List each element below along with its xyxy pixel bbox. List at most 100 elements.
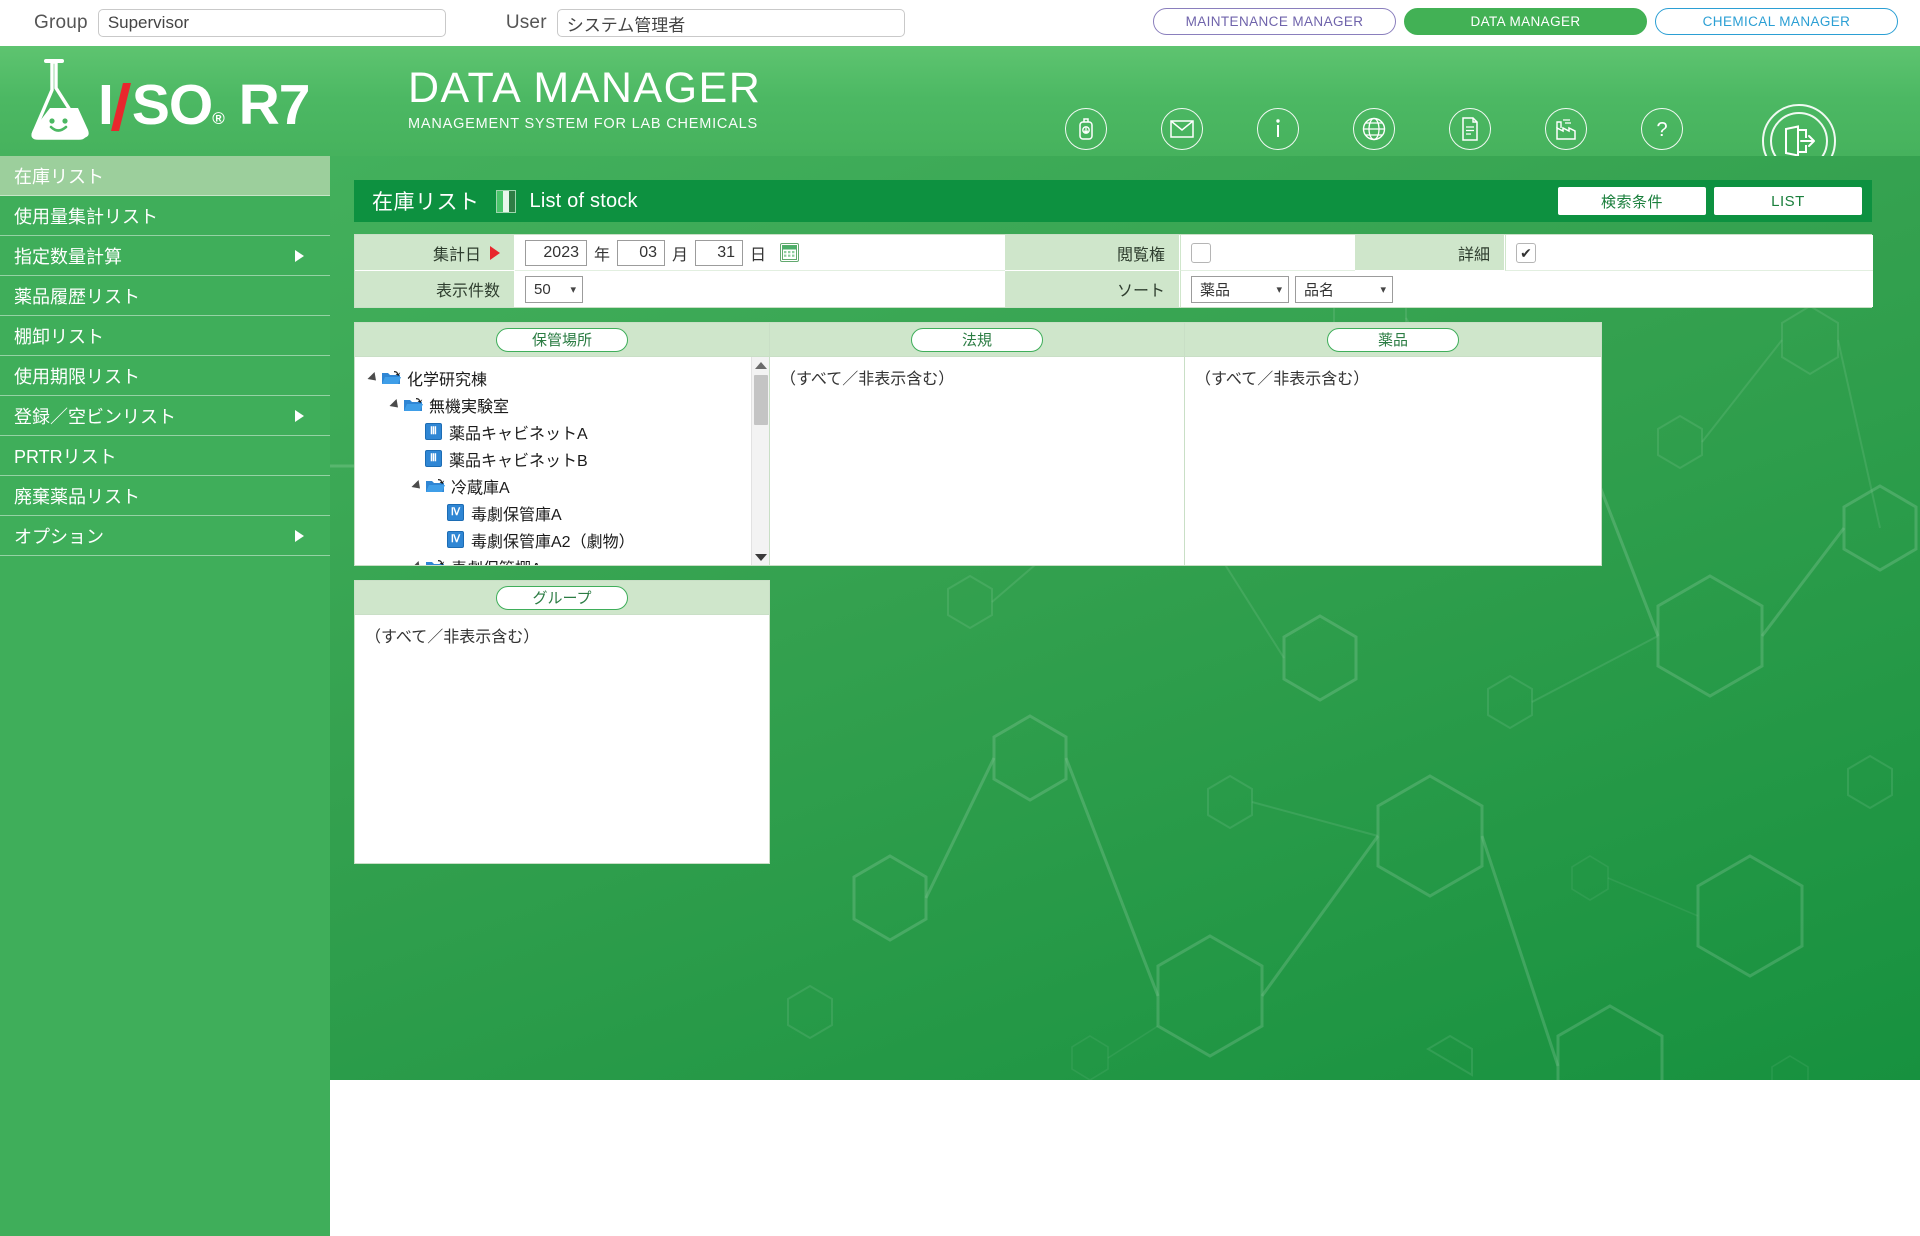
tree-expand-caret-icon[interactable] bbox=[409, 560, 425, 565]
main-area: 在庫リスト List of stock 検索条件 LIST 集計日 2023 年… bbox=[330, 156, 1920, 1080]
page-bar-title-en: List of stock bbox=[529, 189, 638, 212]
view-right-checkbox[interactable] bbox=[1191, 242, 1211, 263]
law-selected-value[interactable]: （すべて／非表示含む） bbox=[770, 357, 1184, 389]
sidebar-item-4[interactable]: 棚卸リスト bbox=[0, 316, 330, 356]
display-count-label-cell: 表示件数 bbox=[355, 271, 515, 307]
header-icon-ghs[interactable]: GHS bbox=[1343, 108, 1405, 156]
chevron-down-icon: ▾ bbox=[1276, 283, 1282, 296]
tree-node[interactable]: 化学研究棟 bbox=[359, 364, 769, 391]
user-input[interactable]: システム管理者 bbox=[556, 9, 905, 37]
data-manager-button[interactable]: DATA MANAGER bbox=[1404, 8, 1647, 35]
tree-node[interactable]: 毒劇保管棚A bbox=[359, 553, 769, 565]
sidebar-item-9[interactable]: オプション bbox=[0, 516, 330, 556]
sidebar-item-6[interactable]: 登録／空ビンリスト bbox=[0, 396, 330, 436]
tree-node[interactable]: 冷蔵庫A bbox=[359, 472, 769, 499]
law-column-header: 法規 bbox=[770, 323, 1184, 357]
sidebar-item-2[interactable]: 指定数量計算 bbox=[0, 236, 330, 276]
location-column-header: 保管場所 bbox=[355, 323, 769, 357]
group-input[interactable]: Supervisor bbox=[97, 9, 446, 37]
group-header-pill[interactable]: グループ bbox=[496, 585, 628, 610]
day-input[interactable]: 31 bbox=[695, 239, 744, 266]
sort-primary-value: 薬品 bbox=[1200, 281, 1231, 299]
display-count-select[interactable]: 50 ▾ bbox=[525, 275, 583, 303]
header-icon-prtr[interactable]: PRTR bbox=[1535, 108, 1597, 156]
header-icon-help[interactable]: ? HELP bbox=[1631, 108, 1693, 156]
sidebar-item-3[interactable]: 薬品履歴リスト bbox=[0, 276, 330, 316]
tree-node-label: 毒劇保管庫A2（劇物） bbox=[471, 533, 635, 551]
display-count-label: 表示件数 bbox=[435, 283, 500, 300]
chemical-selected-value[interactable]: （すべて／非表示含む） bbox=[1185, 357, 1601, 389]
chevron-down-icon: ▾ bbox=[1380, 283, 1386, 296]
message-icon bbox=[1161, 108, 1203, 150]
logout-button[interactable] bbox=[1762, 104, 1836, 156]
selector-columns: 保管場所 化学研究棟 無機実験室 Ⅲ 薬品キャビネットA Ⅲ 薬品キャビネットB 冷蔵庫A Ⅳ… bbox=[354, 322, 1872, 566]
scroll-down-icon[interactable] bbox=[752, 549, 769, 565]
chemical-column-body[interactable]: （すべて／非表示含む） bbox=[1185, 357, 1601, 565]
header-title-block: DATA MANAGER MANAGEMENT SYSTEM FOR LAB C… bbox=[408, 65, 761, 132]
location-tree-scrollbar[interactable] bbox=[751, 357, 769, 565]
folder-icon bbox=[403, 397, 423, 413]
month-input[interactable]: 03 bbox=[617, 239, 666, 266]
page-bar-buttons: 検索条件 LIST bbox=[1558, 187, 1862, 215]
sidebar-item-label: 棚卸リスト bbox=[14, 326, 104, 347]
ghs-icon bbox=[1353, 108, 1395, 150]
scroll-up-icon[interactable] bbox=[752, 357, 769, 373]
tree-expand-caret-icon[interactable] bbox=[387, 398, 403, 411]
tree-node[interactable]: 無機実験室 bbox=[359, 391, 769, 418]
year-unit-label: 年 bbox=[594, 246, 611, 264]
sidebar-item-1[interactable]: 使用量集計リスト bbox=[0, 196, 330, 236]
law-column: 法規 （すべて／非表示含む） bbox=[769, 322, 1185, 566]
tree-expand-caret-icon[interactable] bbox=[409, 479, 425, 492]
group-panel-body[interactable]: （すべて／非表示含む） bbox=[355, 615, 769, 863]
storage-badge-icon: Ⅲ bbox=[425, 450, 442, 467]
law-header-pill[interactable]: 法規 bbox=[911, 327, 1043, 352]
chemical-manager-button[interactable]: CHEMICAL MANAGER bbox=[1655, 8, 1898, 35]
maintenance-manager-button[interactable]: MAINTENANCE MANAGER bbox=[1153, 8, 1396, 35]
view-right-value-cell bbox=[1180, 235, 1355, 271]
help-icon: ? bbox=[1641, 108, 1683, 150]
sidebar-item-5[interactable]: 使用期限リスト bbox=[0, 356, 330, 396]
tree-node-label: 薬品キャビネットB bbox=[449, 452, 588, 470]
chevron-down-icon: ▾ bbox=[570, 283, 576, 296]
sidebar-item-7[interactable]: PRTRリスト bbox=[0, 436, 330, 476]
list-button[interactable]: LIST bbox=[1714, 187, 1862, 215]
header-icon-sds[interactable]: SDS bbox=[1439, 108, 1501, 156]
app-header: IASO® R7 DATA MANAGER MANAGEMENT SYSTEM … bbox=[0, 46, 1920, 156]
sort-secondary-select[interactable]: 品名 ▾ bbox=[1295, 275, 1393, 303]
tree-node[interactable]: Ⅲ 薬品キャビネットB bbox=[359, 445, 769, 472]
chemical-header-pill[interactable]: 薬品 bbox=[1327, 327, 1459, 352]
brand-wordmark: IASO® R7 bbox=[98, 73, 310, 137]
tree-node-label: 化学研究棟 bbox=[407, 371, 488, 389]
header-icon-bar: G3 MESSAGE INFO GHS SDS bbox=[1055, 108, 1693, 156]
sort-primary-select[interactable]: 薬品 ▾ bbox=[1191, 275, 1289, 303]
location-header-pill[interactable]: 保管場所 bbox=[496, 327, 628, 352]
tree-node-label: 薬品キャビネットA bbox=[449, 425, 588, 443]
header-icon-g3[interactable]: G3 bbox=[1055, 108, 1117, 156]
sidebar-item-0[interactable]: 在庫リスト bbox=[0, 156, 330, 196]
sidebar-item-8[interactable]: 廃棄薬品リスト bbox=[0, 476, 330, 516]
year-input[interactable]: 2023 bbox=[525, 239, 587, 266]
header-icon-info[interactable]: INFO bbox=[1247, 108, 1309, 156]
law-column-body[interactable]: （すべて／非表示含む） bbox=[770, 357, 1184, 565]
tree-node[interactable]: Ⅲ 薬品キャビネットA bbox=[359, 418, 769, 445]
search-conditions-button[interactable]: 検索条件 bbox=[1558, 187, 1706, 215]
page-bar-title-jp: 在庫リスト bbox=[372, 191, 480, 214]
sds-icon bbox=[1449, 108, 1491, 150]
location-column: 保管場所 化学研究棟 無機実験室 Ⅲ 薬品キャビネットA Ⅲ 薬品キャビネットB 冷蔵庫A Ⅳ… bbox=[354, 322, 770, 566]
tree-expand-caret-icon[interactable] bbox=[365, 371, 381, 384]
tree-node[interactable]: Ⅳ 毒劇保管庫A2（劇物） bbox=[359, 526, 769, 553]
info-icon bbox=[1257, 108, 1299, 150]
location-tree-body[interactable]: 化学研究棟 無機実験室 Ⅲ 薬品キャビネットA Ⅲ 薬品キャビネットB 冷蔵庫A Ⅳ 毒劇保管庫… bbox=[355, 357, 769, 565]
location-tree[interactable]: 化学研究棟 無機実験室 Ⅲ 薬品キャビネットA Ⅲ 薬品キャビネットB 冷蔵庫A Ⅳ 毒劇保管庫… bbox=[355, 357, 769, 565]
group-label: Group bbox=[34, 12, 88, 33]
header-icon-message[interactable]: MESSAGE bbox=[1151, 108, 1213, 156]
tree-node[interactable]: Ⅳ 毒劇保管庫A bbox=[359, 499, 769, 526]
view-right-label: 閲覧権 bbox=[1116, 246, 1165, 264]
calendar-icon[interactable] bbox=[780, 243, 800, 262]
detail-checkbox[interactable] bbox=[1516, 242, 1536, 263]
chemical-column: 薬品 （すべて／非表示含む） bbox=[1184, 322, 1602, 566]
content-container: 在庫リスト List of stock 検索条件 LIST 集計日 2023 年… bbox=[354, 180, 1873, 864]
scroll-thumb[interactable] bbox=[754, 375, 768, 425]
group-selected-value[interactable]: （すべて／非表示含む） bbox=[355, 615, 769, 647]
aggregate-date-label-cell: 集計日 bbox=[355, 235, 515, 271]
